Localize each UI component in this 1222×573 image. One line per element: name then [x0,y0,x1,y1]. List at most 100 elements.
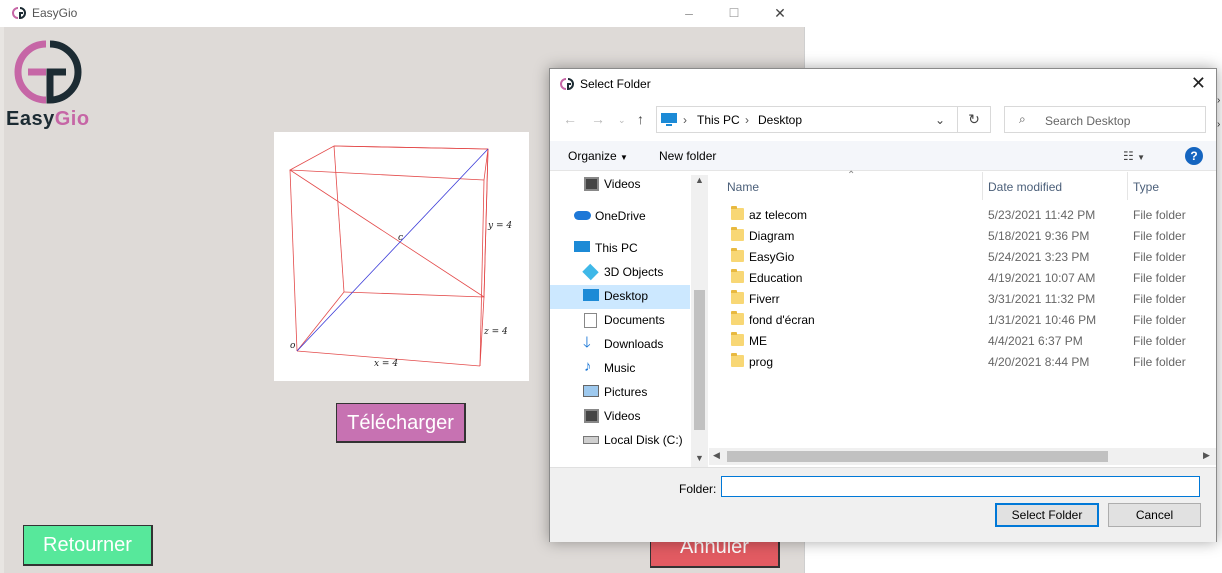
cuboid-figure: c y = 4 z = 4 x = 4 o [274,132,529,381]
folder-icon [731,290,744,304]
nav-item-3d-objects[interactable]: 3D Objects [550,260,690,284]
file-type: File folder [1133,292,1186,306]
view-options-icon[interactable]: ☷ ▼ [1123,149,1145,163]
download-button[interactable]: Télécharger [336,403,466,443]
close-icon[interactable]: ✕ [767,3,793,23]
nav-item-desktop[interactable]: Desktop [550,284,690,308]
edge-strip [0,27,4,573]
column-header-name[interactable]: Name [727,180,759,194]
nav-item-videos-top[interactable]: Videos [550,172,690,196]
folder-input[interactable] [721,476,1200,497]
back-arrow-icon[interactable]: ← [563,111,577,127]
nav-item-thispc[interactable]: This PC [550,236,690,260]
organize-dropdown-icon: ▼ [620,153,628,162]
nav-item-label: Videos [604,409,641,423]
new-folder-button[interactable]: New folder [659,149,716,163]
file-hscroll-thumb[interactable] [727,451,1108,462]
file-type: File folder [1133,271,1186,285]
figure-label-origin: o [290,341,296,351]
file-date: 4/4/2021 6:37 PM [988,334,1083,348]
nav-item-local-disk[interactable]: Local Disk (C:) [550,428,690,452]
address-chevron-icon: › [683,113,687,127]
address-dropdown-icon[interactable]: ⌄ [935,113,945,127]
file-row[interactable]: prog 4/20/2021 8:44 PM File folder [709,351,1216,372]
file-row[interactable]: EasyGio 5/24/2021 3:23 PM File folder [709,246,1216,267]
nav-item-onedrive[interactable]: OneDrive [550,204,690,228]
nav-item-label: 3D Objects [604,265,664,279]
organize-label: Organize [568,149,617,163]
nav-item-music[interactable]: ♪ Music [550,356,690,380]
dialog-app-icon [560,78,574,91]
computer-icon [661,113,677,126]
scroll-left-icon[interactable]: ◀ [713,450,720,461]
scroll-up-icon[interactable]: ▲ [695,175,704,185]
dialog-footer: Folder: Select Folder Cancel [550,467,1216,542]
column-header-date[interactable]: Date modified [988,180,1062,194]
help-icon[interactable]: ? [1185,147,1203,165]
nav-item-pictures[interactable]: Pictures [550,380,690,404]
select-folder-dialog: Select Folder ✕ ← → ⌄ ↑ › This PC › Desk… [549,68,1217,542]
file-name: Diagram [749,229,795,243]
refresh-icon[interactable]: ↻ [958,106,991,133]
nav-item-label: Local Disk (C:) [604,433,683,447]
minimize-icon[interactable]: – [676,3,702,23]
select-folder-button[interactable]: Select Folder [995,503,1099,527]
organize-menu[interactable]: Organize ▼ [568,149,628,163]
file-name: prog [749,355,774,369]
file-type: File folder [1133,334,1186,348]
nav-item-downloads[interactable]: 🡓 Downloads [550,332,690,356]
forward-arrow-icon[interactable]: → [591,111,605,127]
folder-label: Folder: [679,482,717,496]
scroll-down-icon[interactable]: ▼ [695,453,704,463]
video-icon [584,409,599,423]
search-icon: ⌕ [1019,112,1026,126]
nav-item-documents[interactable]: Documents [550,308,690,332]
file-row[interactable]: Education 4/19/2021 10:07 AM File folder [709,267,1216,288]
address-bar[interactable]: › This PC › Desktop ⌄ [656,106,958,133]
figure-label-z: z = 4 [483,327,508,337]
folder-icon [731,206,744,220]
address-segment-desktop[interactable]: Desktop [758,113,802,127]
logo-text: EasyGio [6,108,90,131]
nav-item-videos[interactable]: Videos [550,404,690,428]
recent-chevron-icon[interactable]: ⌄ [618,115,626,126]
scroll-right-icon[interactable]: ▶ [1203,450,1210,461]
nav-item-label: Videos [604,177,641,191]
toolbar: Organize ▼ New folder ☷ ▼ ? [550,141,1216,171]
dialog-cancel-button[interactable]: Cancel [1108,503,1201,527]
nav-item-label: This PC [595,241,638,255]
nav-item-label: Music [604,361,636,375]
file-name: Education [749,271,803,285]
search-placeholder: Search Desktop [1045,114,1131,128]
file-name: EasyGio [749,250,795,264]
maximize-icon[interactable]: ☐ [721,3,747,23]
file-hscrollbar[interactable]: ◀ ▶ [709,448,1216,465]
file-row[interactable]: az telecom 5/23/2021 11:42 PM File folder [709,204,1216,225]
folder-icon [731,332,744,346]
file-name: fond d'écran [749,313,815,327]
dialog-close-icon[interactable]: ✕ [1191,73,1206,94]
nav-scrollbar[interactable]: ▲ ▼ [691,175,708,467]
search-input[interactable]: ⌕ Search Desktop [1004,106,1206,133]
nav-item-label: Downloads [604,337,664,351]
navigation-pane: Videos OneDrive This PC 3D Objects Deskt… [550,172,708,467]
file-row[interactable]: Diagram 5/18/2021 9:36 PM File folder [709,225,1216,246]
dialog-title: Select Folder [580,77,651,91]
folder-icon [731,311,744,325]
file-row[interactable]: ME 4/4/2021 6:37 PM File folder [709,330,1216,351]
logo-text-gio: Gio [54,108,90,130]
nav-item-label: Pictures [604,385,648,399]
file-row[interactable]: Fiverr 3/31/2021 11:32 PM File folder [709,288,1216,309]
column-separator [982,172,983,200]
file-date: 4/19/2021 10:07 AM [988,271,1096,285]
column-header-type[interactable]: Type [1133,180,1159,194]
back-button[interactable]: Retourner [23,525,153,566]
file-row[interactable]: fond d'écran 1/31/2021 10:46 PM File folde… [709,309,1216,330]
file-list: ⌃ Name Date modified Type az telecom 5/23… [709,170,1216,467]
file-type: File folder [1133,355,1186,369]
picture-icon [583,385,599,397]
nav-scroll-thumb[interactable] [694,290,705,430]
up-arrow-icon[interactable]: ↑ [637,111,644,127]
address-segment-thispc[interactable]: This PC [697,113,740,127]
file-date: 4/20/2021 8:44 PM [988,355,1090,369]
